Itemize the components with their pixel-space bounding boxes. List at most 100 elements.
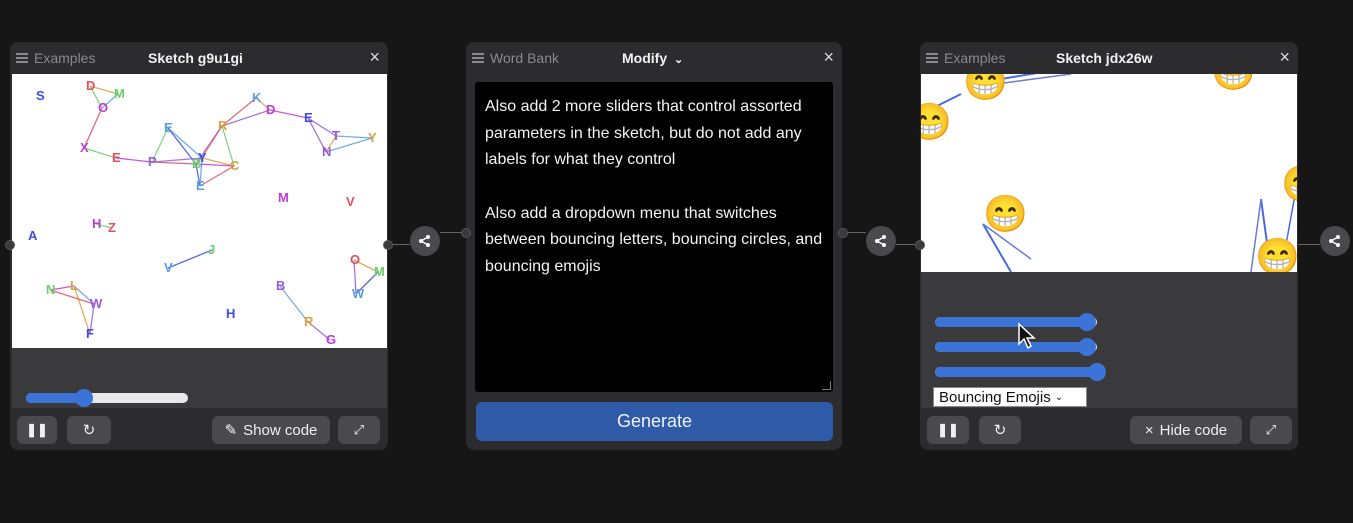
sketch-controls [12,348,387,408]
share-button[interactable] [410,226,440,256]
prompt-textarea[interactable]: Also add 2 more sliders that control ass… [475,82,833,392]
prompt-text-2: Also add a dropdown menu that switches b… [485,204,823,275]
bouncing-letter: G [326,332,337,347]
sketch-panel-left: Examples Sketch g9u1gi × SODMERPYXEBECNA… [5,42,393,450]
word-bank-tab[interactable]: Word Bank [472,50,559,66]
bouncing-letter: W [90,296,103,311]
close-icon[interactable]: × [823,47,834,68]
bouncing-letter: A [28,228,38,243]
examples-tab[interactable]: Examples [16,50,95,66]
slider-thumb[interactable] [1088,363,1106,381]
bouncing-letter: W [352,286,365,301]
share-icon [419,235,430,247]
menu-icon [926,51,938,65]
bouncing-letter: T [332,128,340,143]
slider-fill [935,342,1088,352]
close-icon[interactable]: × [369,47,380,68]
slider-thumb[interactable] [1078,313,1097,331]
modify-dropdown[interactable]: Modify ⌄ [622,50,683,66]
bouncing-letter: Z [108,220,116,235]
bouncing-letter: J [208,242,216,257]
panel-header: Examples Sketch jdx26w × [920,42,1298,72]
bouncing-letter: H [92,216,102,231]
expand-icon: ⤢ [353,422,365,437]
sketch-panel-right: Examples Sketch jdx26w × 😁 😁 😁 😁 😁 😁 [915,42,1298,450]
network-line [151,161,197,165]
bouncing-letter: V [164,260,173,275]
sketch-title: Sketch g9u1gi [148,50,243,66]
close-icon: × [1144,421,1154,439]
panel-header: Word Bank Modify ⌄ × [466,42,842,72]
fullscreen-button[interactable]: ⤢ [1250,416,1292,444]
examples-tab[interactable]: Examples [926,50,1005,66]
network-line [199,165,235,187]
select-value: Bouncing Emojis [939,388,1051,406]
restart-button[interactable]: ↻ [979,416,1021,444]
examples-label: Examples [34,50,96,66]
network-line [167,249,213,269]
emoji: 😁 [921,101,952,142]
bouncing-letter: K [252,90,262,105]
prompt-text-1: Also add 2 more sliders that control ass… [485,98,802,168]
refresh-icon: ↻ [993,422,1007,439]
modify-label: Modify [622,50,668,66]
network-line [115,157,153,163]
share-button[interactable] [1320,226,1350,256]
letters-network [49,85,379,341]
emoji: 😁 [1211,74,1256,90]
sketch-slider-1[interactable] [935,313,1097,331]
sketch-slider[interactable] [26,389,188,407]
shape-mode-select[interactable]: Bouncing Emojis ⌄ [933,387,1087,407]
output-node[interactable] [383,240,393,250]
sketch-slider-3[interactable] [935,363,1106,381]
pause-button[interactable]: ❚❚ [17,416,57,444]
examples-label: Examples [944,50,1006,66]
slider-thumb[interactable] [1078,338,1097,356]
input-node[interactable] [915,240,925,250]
share-button[interactable] [866,226,896,256]
bouncing-letter: P [148,154,157,169]
slider-thumb[interactable] [75,389,94,407]
emoji-network [921,74,1297,272]
share-icon [1329,235,1340,247]
sketch-toolbar: ❚❚ ↻ × Hide code ⤢ [920,416,1298,444]
bouncing-letter: M [114,86,125,101]
bouncing-letter: D [86,78,96,93]
sketch-title: Sketch jdx26w [1056,50,1153,66]
sketch-slider-2[interactable] [935,338,1097,356]
bouncing-letter: O [98,100,109,115]
input-node[interactable] [5,240,15,250]
menu-icon [16,51,28,65]
bouncing-letter: B [192,156,202,171]
mouse-cursor-icon [1018,322,1036,350]
menu-icon [472,51,484,65]
restart-button[interactable]: ↻ [67,416,111,444]
bouncing-letter: Y [368,130,377,145]
share-icon [875,235,886,247]
generate-label: Generate [616,411,693,431]
word-bank-label: Word Bank [490,50,559,66]
show-code-button[interactable]: ✎ Show code [212,416,330,444]
bouncing-letter: M [374,264,385,279]
bouncing-letter: F [86,326,94,341]
resize-handle-icon[interactable] [822,381,831,390]
sketch-canvas-emojis[interactable]: 😁 😁 😁 😁 😁 😁 [921,74,1297,272]
hide-code-button[interactable]: × Hide code [1130,416,1242,444]
pause-button[interactable]: ❚❚ [927,416,969,444]
generate-button[interactable]: Generate [476,402,833,441]
bouncing-letter: N [46,282,56,297]
chevron-down-icon: ⌄ [674,54,684,66]
output-node[interactable] [838,228,848,238]
bouncing-letter: S [36,88,45,103]
input-node[interactable] [461,228,471,238]
refresh-icon: ↻ [82,422,96,439]
sketch-canvas-letters[interactable]: SODMERPYXEBECNAHZJVLWFMVNWRBHGOMKYTED [12,74,387,348]
network-line [269,109,309,119]
bouncing-letter: O [350,252,361,267]
fullscreen-button[interactable]: ⤢ [338,416,380,444]
word-bank-panel: Word Bank Modify ⌄ × Also add 2 more sli… [461,42,848,450]
bouncing-letter: D [266,102,276,117]
close-icon[interactable]: × [1279,47,1290,68]
slider-fill [935,317,1088,327]
sketch-toolbar: ❚❚ ↻ ✎ Show code ⤢ [10,416,388,444]
